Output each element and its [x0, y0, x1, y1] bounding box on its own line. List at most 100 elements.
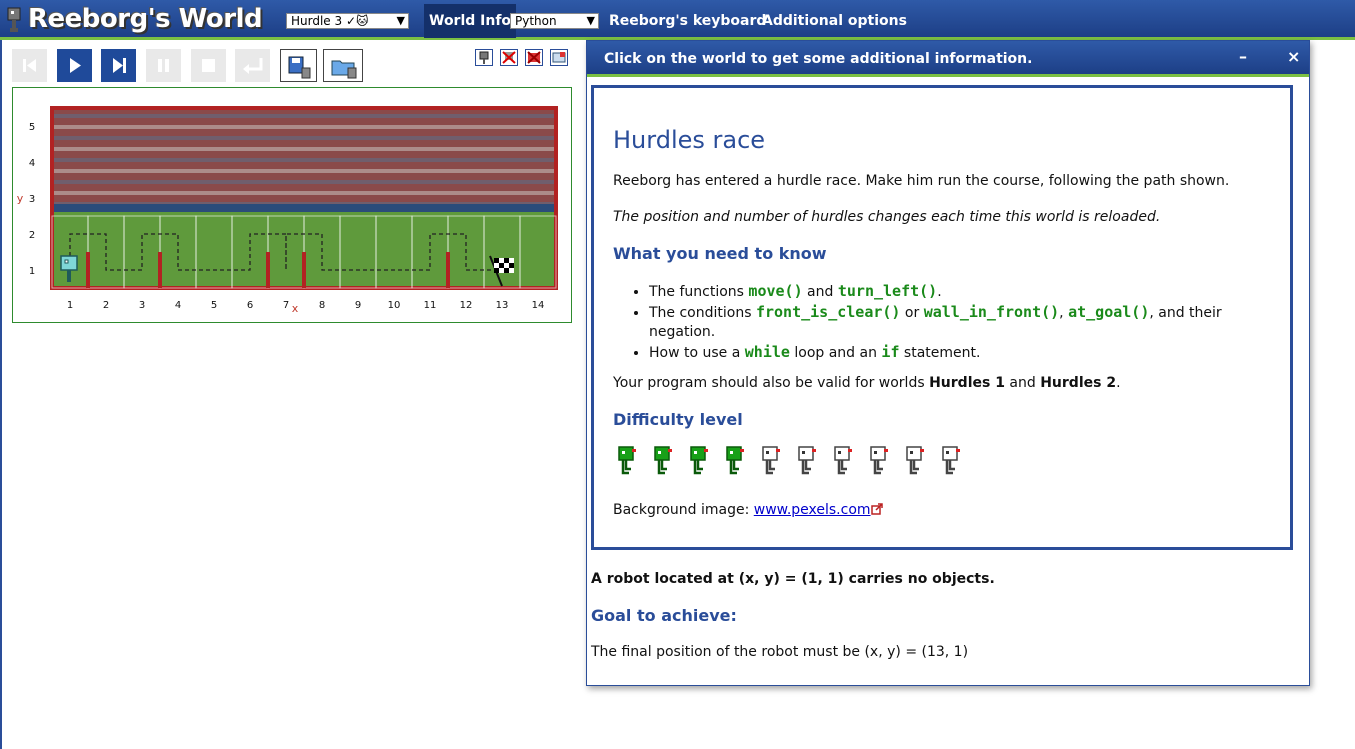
- pause-button[interactable]: [146, 49, 181, 82]
- goal-heading: Goal to achieve:: [591, 606, 737, 625]
- code-front-is-clear: front_is_clear(): [755, 303, 901, 321]
- keyboard-button[interactable]: Reeborg's keyboard: [604, 4, 771, 38]
- x-tick-label: 9: [355, 300, 361, 311]
- world-select-value: Hurdle 3 ✓🐱: [291, 14, 369, 28]
- difficulty-heading: Difficulty level: [613, 410, 743, 429]
- world-name: Hurdles 1: [929, 375, 1005, 391]
- text: loop and an: [789, 345, 882, 361]
- hurdle-wall: [86, 252, 90, 288]
- difficulty-robot-filled-icon: [652, 445, 674, 477]
- left-border: [0, 40, 2, 749]
- intro-text: Reeborg has entered a hurdle race. Make …: [613, 173, 1230, 189]
- hurdle-wall: [446, 252, 450, 288]
- code-if: if: [881, 343, 900, 361]
- return-button[interactable]: [235, 49, 270, 82]
- difficulty-robot-empty-icon: [760, 445, 782, 477]
- stands-row: [52, 147, 556, 151]
- text: The functions: [649, 284, 749, 300]
- x-tick-label: 6: [247, 300, 253, 311]
- flag-square: [504, 263, 509, 268]
- chevron-down-icon: ▼: [586, 14, 595, 27]
- world-select[interactable]: Hurdle 3 ✓🐱 ▼: [286, 13, 409, 29]
- world-info-dialog: Click on the world to get some additiona…: [586, 40, 1310, 686]
- stands-row: [52, 191, 556, 195]
- code-at-goal: at_goal(): [1068, 303, 1150, 321]
- list-item: The functions move() and turn_left().: [649, 282, 1289, 302]
- save-world-button[interactable]: [280, 49, 317, 82]
- hide-robot-button[interactable]: [500, 49, 518, 66]
- text: and: [1004, 375, 1041, 391]
- x-tick-label: 1: [67, 300, 73, 311]
- reload-button[interactable]: [12, 49, 47, 82]
- code-while: while: [744, 343, 790, 361]
- stands-row: [52, 125, 556, 129]
- code-move: move(): [748, 282, 803, 300]
- reeborg-logo-icon: [7, 7, 21, 32]
- x-tick-label: 14: [532, 300, 545, 311]
- difficulty-robot-empty-icon: [868, 445, 890, 477]
- app-title: Reeborg's World: [28, 4, 263, 34]
- text: The conditions: [649, 305, 756, 321]
- y-tick-label: 4: [29, 158, 35, 169]
- requirements-list: The functions move() and turn_left(). Th…: [613, 282, 1289, 364]
- robot-status: A robot located at (x, y) = (1, 1) carri…: [591, 571, 995, 587]
- hurdle-wall: [266, 252, 270, 288]
- flag-square: [499, 268, 504, 273]
- difficulty-robot-empty-icon: [796, 445, 818, 477]
- background-credit: Background image: www.pexels.com: [613, 502, 883, 518]
- stands-row: [52, 169, 556, 173]
- flag-square: [504, 258, 509, 263]
- x-tick-label: 8: [319, 300, 325, 311]
- code-wall-in-front: wall_in_front(): [923, 303, 1060, 321]
- difficulty-robot-filled-icon: [688, 445, 710, 477]
- step-button[interactable]: [101, 49, 136, 82]
- stop-button[interactable]: [191, 49, 226, 82]
- run-button[interactable]: [57, 49, 92, 82]
- hurdle-wall: [302, 252, 306, 288]
- crossed-world-icon: [527, 51, 541, 64]
- x-tick-label: 2: [103, 300, 109, 311]
- flag-square: [509, 268, 514, 273]
- difficulty-robot-empty-icon: [832, 445, 854, 477]
- additional-options-button[interactable]: Additional options: [757, 4, 912, 38]
- floppy-disk-icon: [288, 56, 311, 79]
- x-tick-label: 11: [424, 300, 437, 311]
- text: Your program should also be valid for wo…: [613, 375, 930, 391]
- stands-row: [52, 158, 556, 162]
- stands-row: [52, 114, 556, 118]
- pexels-link[interactable]: www.pexels.com: [754, 502, 871, 518]
- x-tick-label: 3: [139, 300, 145, 311]
- external-link-icon: [870, 503, 883, 515]
- x-tick-label: 5: [211, 300, 217, 311]
- hurdle-wall: [158, 252, 162, 288]
- world-heading: Hurdles race: [613, 126, 766, 154]
- x-tick-label: 10: [388, 300, 401, 311]
- play-icon: [70, 58, 81, 73]
- x-axis-label: x: [292, 302, 299, 315]
- folder-icon: [331, 60, 357, 79]
- edit-world-icon: [552, 52, 566, 63]
- crossed-robot-icon: [502, 51, 516, 64]
- clear-world-button[interactable]: [525, 49, 543, 66]
- difficulty-robot-filled-icon: [724, 445, 746, 477]
- valid-worlds-text: Your program should also be valid for wo…: [613, 375, 1121, 391]
- world-info-button[interactable]: World Info: [424, 4, 517, 38]
- robot-view-button[interactable]: [475, 49, 493, 66]
- close-icon[interactable]: ×: [1287, 47, 1300, 66]
- minimize-icon[interactable]: –: [1239, 47, 1247, 66]
- y-axis-label: y: [17, 192, 24, 205]
- dialog-titlebar[interactable]: Click on the world to get some additiona…: [587, 41, 1309, 77]
- dialog-title: Click on the world to get some additiona…: [604, 51, 1033, 67]
- text: and: [802, 284, 838, 300]
- flag-square: [494, 268, 499, 273]
- y-tick-label: 1: [29, 266, 35, 277]
- language-select[interactable]: Python ▼: [510, 13, 599, 29]
- list-item: The conditions front_is_clear() or wall_…: [649, 303, 1289, 342]
- flag-square: [504, 268, 509, 273]
- world-canvas[interactable]: 1 2 3 4 5 6 7 8 9 10 11 12 13 1412345xy: [12, 87, 572, 323]
- code-turn-left: turn_left(): [837, 282, 938, 300]
- open-world-button[interactable]: [323, 49, 363, 82]
- world-name: Hurdles 2: [1040, 375, 1117, 391]
- flag-square: [494, 258, 499, 263]
- edit-world-button[interactable]: [550, 49, 568, 66]
